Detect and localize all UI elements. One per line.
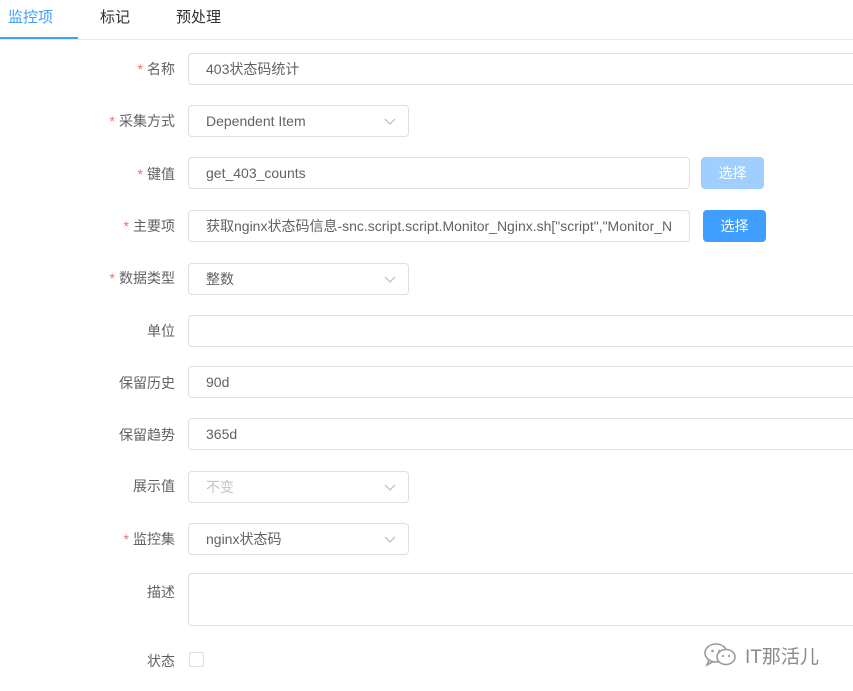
key-label: * 键值: [137, 166, 175, 182]
collect-method-select[interactable]: Dependent Item: [188, 105, 409, 137]
wechat-icon: [704, 643, 736, 667]
active-tab-indicator: [0, 37, 78, 39]
key-select-button[interactable]: 选择: [701, 157, 764, 189]
tab-preprocessing[interactable]: 预处理: [176, 0, 221, 40]
status-checkbox[interactable]: [189, 652, 204, 667]
history-input[interactable]: 90d: [188, 366, 853, 398]
monitor-set-value: nginx状态码: [206, 531, 282, 547]
master-item-label: * 主要项: [123, 218, 175, 234]
name-label: * 名称: [137, 61, 175, 77]
chevron-down-icon: [384, 484, 396, 491]
chevron-down-icon: [384, 536, 396, 543]
unit-label: 单位: [147, 323, 175, 339]
collect-method-label: * 采集方式: [109, 113, 175, 129]
required-mark: *: [109, 113, 115, 129]
trend-label: 保留趋势: [119, 427, 175, 443]
display-value-select[interactable]: 不变: [188, 471, 409, 503]
description-textarea[interactable]: [188, 573, 853, 626]
required-mark: *: [109, 270, 115, 286]
monitor-set-label: * 监控集: [123, 531, 175, 547]
collect-method-value: Dependent Item: [206, 113, 306, 129]
display-value-label: 展示值: [133, 478, 175, 494]
master-item-input[interactable]: 获取nginx状态码信息-snc.script.script.Monitor_N…: [188, 210, 690, 242]
tab-bar: 监控项 标记 预处理: [0, 0, 853, 40]
chevron-down-icon: [384, 118, 396, 125]
required-mark: *: [123, 531, 129, 547]
data-type-label: * 数据类型: [109, 270, 175, 286]
description-label: 描述: [147, 584, 175, 600]
watermark: IT那活儿: [703, 640, 819, 670]
unit-input[interactable]: [188, 315, 853, 347]
data-type-value: 整数: [206, 271, 234, 287]
data-type-select[interactable]: 整数: [188, 263, 409, 295]
tab-monitor-item[interactable]: 监控项: [8, 0, 53, 40]
required-mark: *: [123, 218, 129, 234]
watermark-text: IT那活儿: [745, 646, 819, 668]
required-mark: *: [137, 61, 143, 77]
tab-tags[interactable]: 标记: [100, 0, 130, 40]
monitor-set-select[interactable]: nginx状态码: [188, 523, 409, 555]
key-input[interactable]: get_403_counts: [188, 157, 690, 189]
display-value-placeholder: 不变: [206, 479, 234, 495]
required-mark: *: [137, 166, 143, 182]
trend-input[interactable]: 365d: [188, 418, 853, 450]
chevron-down-icon: [384, 276, 396, 283]
status-label: 状态: [147, 653, 175, 669]
master-item-select-button[interactable]: 选择: [703, 210, 766, 242]
name-input[interactable]: 403状态码统计: [188, 53, 853, 85]
history-label: 保留历史: [119, 375, 175, 391]
